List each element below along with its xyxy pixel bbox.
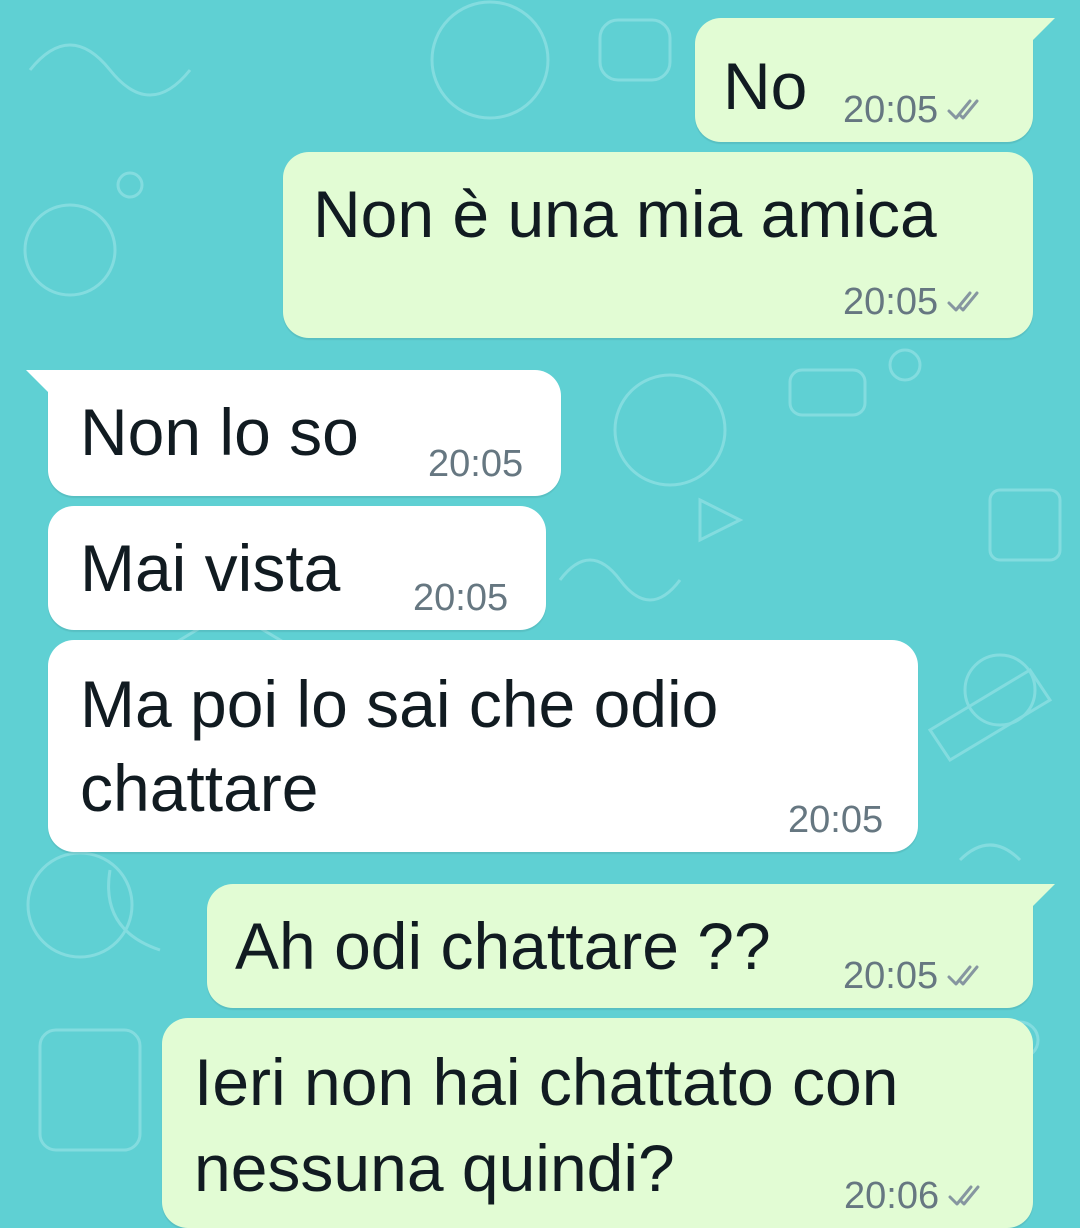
message-text: Ah odi chattare ?? [235,909,771,983]
message-text: No [723,49,808,123]
chat-message-list[interactable]: No 20:05 Non è una mia amica 20:05 Non lo so… [0,0,1080,1228]
message-text: Ieri non hai chattato con [194,1045,899,1119]
double-check-icon [947,99,979,120]
message-bubble-incoming[interactable]: Mai vista 20:05 [48,506,546,630]
message-timestamp: 20:05 [843,281,939,323]
message-text: Non lo so [80,395,359,469]
double-check-icon [947,291,979,312]
message-meta: 20:06 [844,1176,989,1216]
message-timestamp: 20:06 [844,1175,940,1217]
double-check-icon [948,1185,980,1206]
message-timestamp: 20:05 [843,955,939,997]
bubble-tail [1029,884,1055,910]
message-timestamp: 20:05 [788,799,884,841]
message-timestamp: 20:05 [428,443,524,485]
message-meta: 20:05 [843,90,988,130]
message-text: Non è una mia amica [313,177,937,251]
message-timestamp: 20:05 [413,577,509,619]
message-bubble-outgoing[interactable]: Non è una mia amica 20:05 [283,152,1033,338]
message-bubble-outgoing[interactable]: Ah odi chattare ?? 20:05 [207,884,1055,1008]
message-text: Mai vista [80,531,341,605]
message-bubble-incoming[interactable]: Non lo so 20:05 [26,370,561,496]
message-meta: 20:05 [428,444,523,484]
message-meta: 20:05 [788,800,883,840]
message-text: chattare [80,751,319,825]
double-check-icon [947,965,979,986]
message-bubble-incoming[interactable]: Ma poi lo sai che odio chattare 20:05 [48,640,918,852]
message-bubble-outgoing[interactable]: Ieri non hai chattato con nessuna quindi?… [162,1018,1033,1228]
message-text: Ma poi lo sai che odio [80,667,719,741]
message-text: nessuna quindi? [194,1131,675,1205]
message-meta: 20:05 [843,956,988,996]
message-timestamp: 20:05 [843,89,939,131]
message-meta: 20:05 [843,282,988,322]
bubble-tail [1029,18,1055,44]
bubble-tail [26,370,52,396]
message-bubble-outgoing[interactable]: No 20:05 [695,18,1055,142]
message-meta: 20:05 [413,578,508,618]
